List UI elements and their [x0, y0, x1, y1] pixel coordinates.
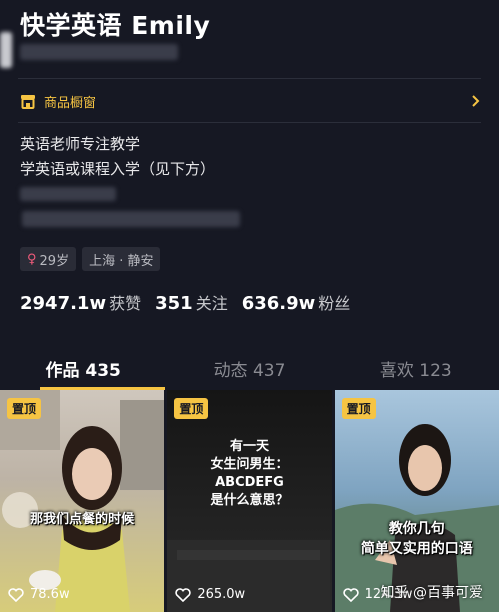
blurred-bio-line — [22, 211, 240, 227]
pinned-badge: 置顶 — [174, 398, 209, 419]
followers-label[interactable]: 粉丝 — [318, 290, 350, 314]
heart-icon — [8, 587, 24, 602]
shop-icon — [21, 94, 35, 109]
watermark: 知乎 @百事可爱 — [380, 585, 483, 601]
blurred-bio-line — [20, 187, 116, 201]
likes-count-label: 265.0w — [197, 587, 246, 602]
video-caption-line: 女生问男生： — [210, 457, 289, 472]
video-likes: 265.0w — [175, 587, 245, 602]
following-count[interactable]: 351 — [155, 293, 193, 314]
following-label[interactable]: 关注 — [196, 290, 228, 314]
blurred-handle — [20, 44, 178, 60]
gender-icon: ♀ — [27, 251, 37, 267]
tab-works[interactable]: 作品 435 — [0, 348, 166, 390]
profile-tabs: 作品 435 动态 437 喜欢 123 — [0, 348, 499, 390]
location-tag: 上海 · 静安 — [82, 247, 161, 271]
bio-line-2: 学英语或课程入学（见下方） — [20, 160, 216, 178]
thumbnail-image — [0, 390, 165, 612]
video-caption: 那我们点餐的时候 — [30, 512, 135, 527]
profile-stats: 2947.1w 获赞 351 关注 636.9w 粉丝 — [20, 290, 364, 314]
location-label: 上海 · 静安 — [89, 253, 154, 269]
age-tag: ♀ 29岁 — [20, 247, 77, 271]
heart-icon — [175, 587, 191, 602]
video-caption-line: 简单又实用的口语 — [360, 541, 473, 557]
video-thumbnail[interactable]: 置顶 有一天 女生问男生： ABCDEFG 是什么意思？ 265.0w — [167, 390, 332, 612]
chevron-right-icon — [472, 95, 480, 107]
video-likes: 78.6w — [8, 587, 70, 602]
followers-count[interactable]: 636.9w — [242, 293, 316, 314]
video-caption-line: 教你几句 — [388, 521, 445, 537]
age-label: 29岁 — [39, 253, 70, 269]
blurred-edge — [0, 32, 12, 68]
video-thumbnail[interactable]: 置顶 教你几句 简单又实用的口语 124.3w — [334, 390, 499, 612]
video-thumbnail[interactable]: 置顶 那我们点餐的时候 78.6w — [0, 390, 165, 612]
video-caption-line: 是什么意思？ — [210, 493, 289, 508]
likes-count-label: 78.6w — [30, 587, 70, 602]
divider — [18, 122, 481, 123]
video-caption-line: ABCDEFG — [215, 475, 284, 490]
pinned-badge: 置顶 — [341, 398, 376, 419]
pinned-badge: 置顶 — [7, 398, 42, 419]
likes-label: 获赞 — [109, 294, 142, 313]
video-caption-line: 有一天 — [229, 439, 269, 454]
shop-window-row[interactable]: 商品橱窗 — [20, 88, 481, 114]
tab-likes[interactable]: 喜欢 123 — [333, 348, 499, 388]
profile-tags: ♀ 29岁 上海 · 静安 — [20, 247, 161, 271]
profile-name: 快学英语 Emily — [20, 11, 211, 40]
heart-icon — [343, 587, 359, 602]
video-grid: 置顶 那我们点餐的时候 78.6w 置顶 有一天 女生问男生： ABCDEFG … — [0, 390, 499, 612]
shop-window-label: 商品橱窗 — [44, 95, 97, 111]
divider — [18, 78, 481, 79]
thumbnail-image — [334, 424, 499, 612]
likes-count: 2947.1w — [20, 293, 107, 314]
bio-line-1: 英语老师专注教学 — [20, 135, 141, 153]
tab-activity[interactable]: 动态 437 — [166, 348, 332, 388]
